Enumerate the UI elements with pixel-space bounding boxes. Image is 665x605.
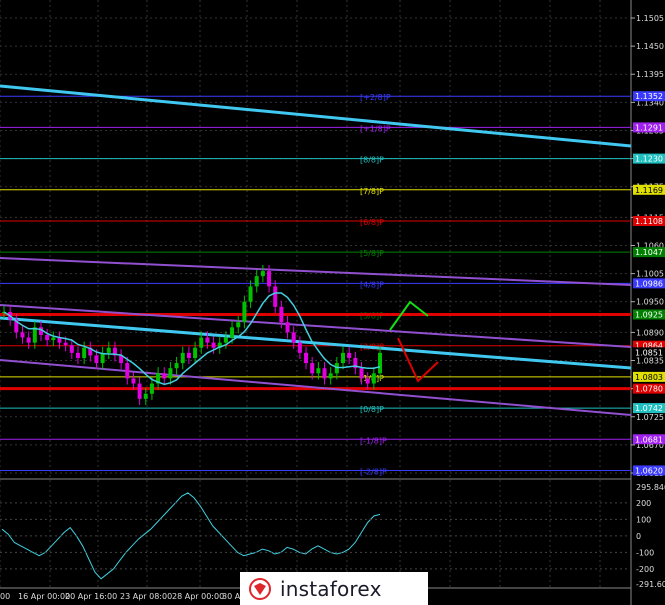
murray-price-label: 1.0925 [635, 311, 663, 320]
candle-body [328, 373, 333, 379]
murray-price-label: 1.0803 [635, 373, 663, 382]
time-tick-label: 23 Apr 08:00 [120, 592, 172, 601]
murray-level-label: [0/8]P [360, 405, 384, 414]
candle-body [26, 337, 31, 343]
candle-body [371, 373, 376, 384]
candle-body [273, 286, 278, 307]
candle-body [285, 322, 290, 333]
candle-body [230, 327, 235, 338]
candle-body [279, 306, 284, 323]
murray-price-label: 1.1230 [635, 155, 663, 164]
murray-price-label: 1.1169 [635, 186, 663, 195]
time-tick-label: 16 Apr 00:00 [18, 592, 70, 601]
candle-body [180, 352, 185, 364]
osc-tick-label: -100 [636, 548, 654, 557]
candle-body [131, 378, 136, 384]
candle-body [143, 393, 148, 399]
candle-body [347, 352, 352, 358]
candle-body [236, 322, 241, 328]
price-tick-label: 1.0950 [636, 298, 664, 307]
candle-body [199, 337, 204, 348]
murray-price-label: 1.1291 [635, 123, 663, 132]
murray-price-label: 1.0742 [635, 404, 663, 413]
candle-body [291, 332, 296, 343]
murray-level-label: [8/8]P [360, 156, 384, 165]
candle-body [20, 332, 25, 338]
price-chart[interactable]: [+2/8]P [+1/8]P [8/8]P [7/8]P [6/8]P [5/8]P [4… [0, 0, 665, 605]
price-tick-label: 1.1005 [636, 270, 664, 279]
candle-body [82, 347, 87, 358]
murray-level-label: [-1/8]P [360, 436, 387, 445]
price-tick-label: 1.0835 [636, 357, 664, 366]
instaforex-logo-icon [249, 577, 271, 600]
time-tick-label: 20 Apr 16:00 [65, 592, 117, 601]
murray-price-label: 1.1108 [635, 217, 663, 226]
candle-body [51, 337, 56, 341]
candle-body [297, 342, 302, 353]
murray-level-label: [7/8]P [360, 187, 384, 196]
candle-body [125, 363, 130, 379]
candle-body [365, 378, 370, 384]
candle-body [359, 368, 364, 379]
price-tick-label: 1.0725 [636, 413, 664, 422]
extra-price-label: 1.0851 [635, 348, 663, 357]
candle-body [211, 342, 216, 348]
candle-body [193, 347, 198, 358]
candle-body [322, 368, 327, 379]
candle-body [32, 327, 37, 343]
candle-body [223, 337, 228, 343]
murray-price-label: 1.0620 [635, 466, 663, 475]
candle-body [69, 345, 74, 353]
candle-body [162, 373, 167, 379]
candle-body [106, 347, 111, 353]
murray-level-label: [4/8]P [360, 280, 384, 289]
candle-body [186, 352, 191, 358]
candle-body [316, 368, 321, 374]
murray-level-label: [5/8]P [360, 249, 384, 258]
price-tick-label: 1.0890 [636, 328, 664, 337]
osc-tick-label: -291.604 [636, 580, 665, 589]
candle-body [205, 337, 210, 343]
time-tick-label: 00 [0, 592, 10, 601]
candle-body [267, 271, 272, 287]
price-tick-label: 1.1505 [636, 14, 664, 23]
candle-body [254, 276, 259, 287]
candle-body [248, 286, 253, 302]
candle-body [168, 368, 173, 379]
murray-price-label: 1.0986 [635, 279, 663, 288]
murray-level-label: [+2/8]P [360, 93, 391, 102]
candle-body [378, 352, 382, 374]
murray-price-label: 1.1352 [635, 92, 663, 101]
osc-tick-label: -200 [636, 565, 654, 574]
brand-logo: instaforex [240, 572, 428, 605]
candle-body [137, 383, 142, 399]
extra-price-label: 1.0780 [635, 385, 663, 394]
osc-tick-label: 0 [636, 532, 641, 541]
candle-body [149, 383, 154, 394]
candle-body [75, 352, 80, 358]
brand-name: instaforex [280, 576, 382, 601]
candle-body [341, 352, 346, 364]
candle-body [260, 271, 265, 277]
time-tick-label: 28 Apr 00:00 [172, 592, 224, 601]
murray-level-label: [+1/8]P [360, 124, 391, 133]
candle-body [304, 352, 309, 364]
price-tick-label: 1.1395 [636, 70, 664, 79]
osc-tick-label: 200 [636, 499, 651, 508]
candle-body [310, 363, 315, 374]
murray-price-label: 1.0681 [635, 435, 663, 444]
osc-tick-label: 295.8402 [636, 483, 665, 492]
osc-tick-label: 100 [636, 515, 651, 524]
candle-body [63, 342, 68, 346]
candle-body [174, 363, 179, 369]
candle-body [242, 301, 247, 323]
candle-body [45, 334, 50, 341]
time-axis: 00 16 Apr 00:0020 Apr 16:00 23 Apr 08:00 28… [0, 592, 249, 601]
candle-body [94, 355, 99, 364]
price-tick-label: 1.1450 [636, 42, 664, 51]
murray-level-label: [6/8]P [360, 218, 384, 227]
murray-price-label: 1.1047 [635, 248, 663, 257]
murray-level-label: [-2/8]P [360, 467, 387, 476]
